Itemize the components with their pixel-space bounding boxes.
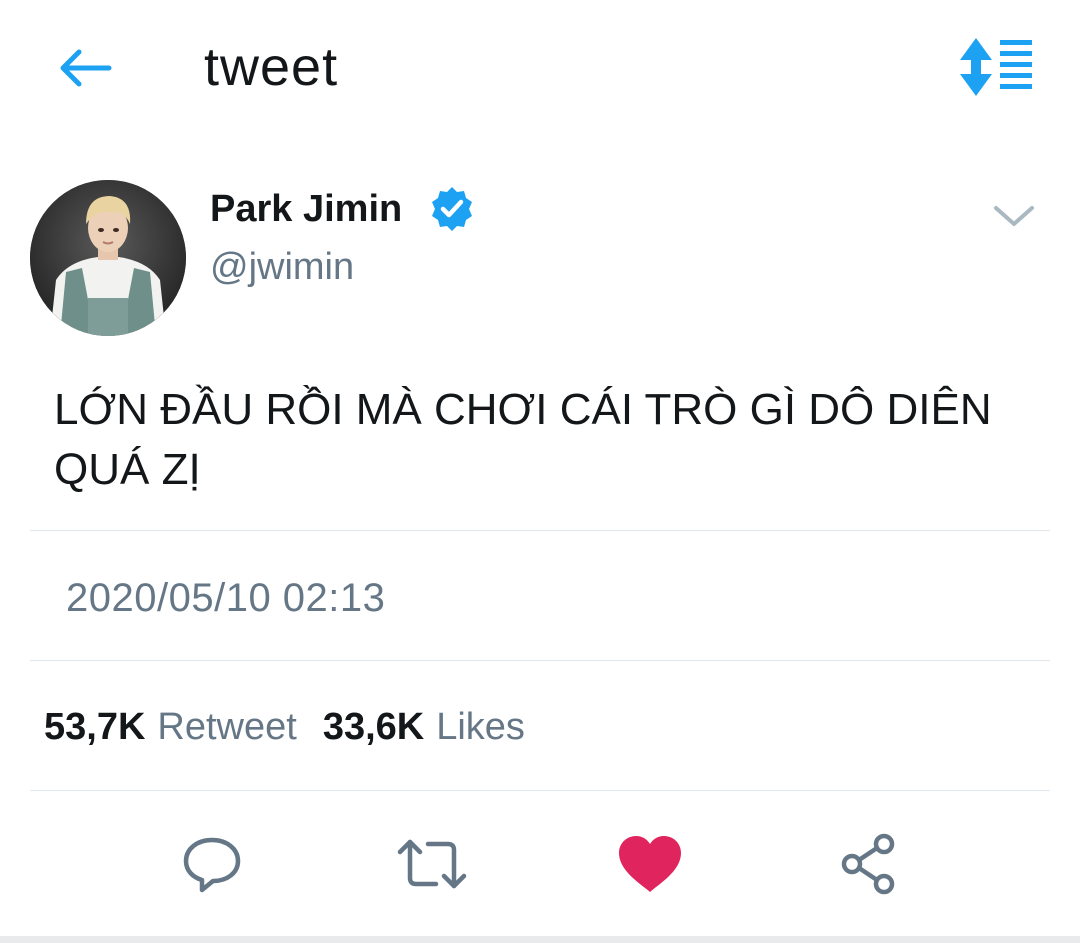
avatar-photo [30,180,186,336]
page-title: tweet [204,37,339,97]
like-heart-icon [619,836,681,892]
chevron-down-icon [994,206,1034,226]
tweet-detail-screen: tweet Park Jimin @jwimin LỚN ĐẦU RỒI MÀ … [0,0,1080,943]
verified-badge-icon [428,185,476,233]
likes-label: Likes [436,706,525,748]
retweet-label: Retweet [157,706,297,748]
tweet-text: LỚN ĐẦU RỒI MÀ CHƠI CÁI TRÒ GÌ DÔ DIÊN Q… [54,380,1044,500]
tweet-timestamp: 2020/05/10 02:13 [66,576,386,620]
top-bar: tweet [0,0,1080,140]
divider [30,660,1050,661]
back-button[interactable] [52,40,116,96]
tweet-stats: 53,7K Retweet 33,6K Likes [44,706,525,749]
tweet-text-line: QUÁ ZỊ [54,445,201,494]
reply-button[interactable] [174,826,250,902]
avatar[interactable] [30,180,186,336]
author-handle[interactable]: @jwimin [210,246,354,289]
divider [30,790,1050,791]
bottom-edge [0,936,1080,943]
sort-list-icon [960,38,1032,96]
share-icon [841,833,895,895]
tweet-text-line: LỚN ĐẦU RỒI MÀ CHƠI CÁI TRÒ GÌ DÔ DIÊN [54,385,992,434]
share-button[interactable] [830,826,906,902]
likes-stat[interactable]: 33,6K Likes [323,706,525,749]
tweet-menu-button[interactable] [990,196,1038,236]
arrow-left-icon [60,49,112,87]
author-name[interactable]: Park Jimin [210,188,402,231]
retweet-stat[interactable]: 53,7K Retweet [44,706,297,749]
divider [30,530,1050,531]
retweet-icon [397,839,467,889]
like-button[interactable] [612,826,688,902]
retweet-count: 53,7K [44,706,146,748]
reply-icon [183,837,241,893]
sort-button[interactable] [956,36,1036,100]
likes-count: 33,6K [322,706,425,748]
retweet-button[interactable] [394,826,470,902]
